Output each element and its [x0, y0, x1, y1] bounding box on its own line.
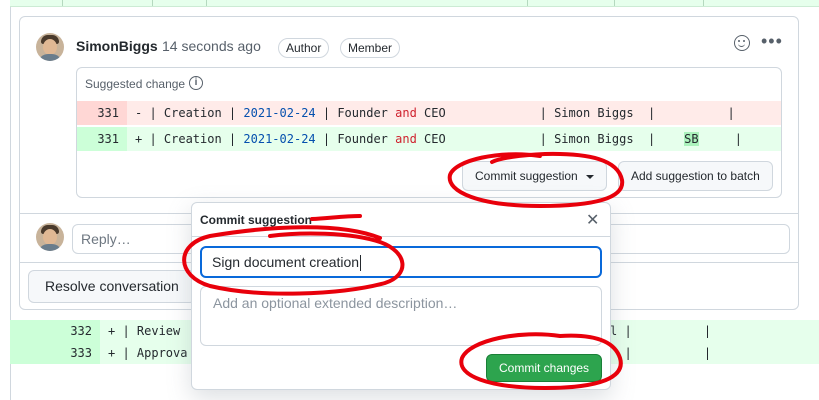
suggested-change-label: Suggested change	[85, 77, 186, 91]
reply-avatar	[36, 223, 64, 251]
commit-suggestion-popover: Commit suggestion ✕ Sign document creati…	[191, 202, 611, 390]
resolve-conversation-button[interactable]: Resolve conversation	[28, 270, 196, 303]
add-suggestion-to-batch-button[interactable]: Add suggestion to batch	[618, 161, 773, 191]
author-name-link[interactable]: SimonBiggs	[76, 38, 158, 54]
commit-suggestion-button[interactable]: Commit suggestion	[462, 161, 607, 191]
added-initials: SB	[684, 132, 699, 146]
diff-context-strip	[10, 0, 819, 7]
member-badge: Member	[340, 38, 401, 58]
commit-description-input[interactable]: Add an optional extended description…	[200, 286, 602, 346]
smiley-icon[interactable]	[734, 35, 750, 51]
caret-down-icon	[585, 174, 594, 179]
author-avatar[interactable]	[36, 33, 64, 61]
line-number: 332	[10, 320, 100, 342]
diff-code-tail: | |	[610, 346, 712, 360]
close-icon[interactable]: ✕	[586, 210, 599, 230]
commit-title-input[interactable]: Sign document creation	[200, 246, 602, 278]
info-icon[interactable]: i	[189, 76, 203, 90]
popover-divider	[192, 236, 610, 237]
diff-row-deletion: 331 - | Creation | 2021-02-24 | Founder …	[77, 101, 781, 125]
suggested-change-box: Suggested change i 331 - | Creation | 20…	[76, 67, 782, 198]
line-number: 331	[77, 127, 127, 151]
diff-code: + | Creation | 2021-02-24 | Founder and …	[135, 132, 742, 146]
line-number: 331	[77, 101, 127, 125]
author-badge: Author	[278, 38, 330, 58]
line-number: 333	[10, 342, 100, 364]
diff-code-tail: l | |	[610, 324, 712, 338]
diff-code: + | Approva	[108, 346, 188, 360]
kebab-horizontal-icon[interactable]: •••	[761, 31, 783, 52]
diff-code: - | Creation | 2021-02-24 | Founder and …	[135, 106, 735, 120]
diff-row-addition: 331 + | Creation | 2021-02-24 | Founder …	[77, 127, 781, 151]
diff-code: + | Review	[108, 324, 181, 338]
popover-title: Commit suggestion	[200, 213, 313, 227]
comment-timestamp[interactable]: 14 seconds ago	[162, 38, 261, 54]
suggested-change-header: Suggested change i	[77, 68, 781, 101]
commit-changes-button[interactable]: Commit changes	[486, 354, 603, 382]
